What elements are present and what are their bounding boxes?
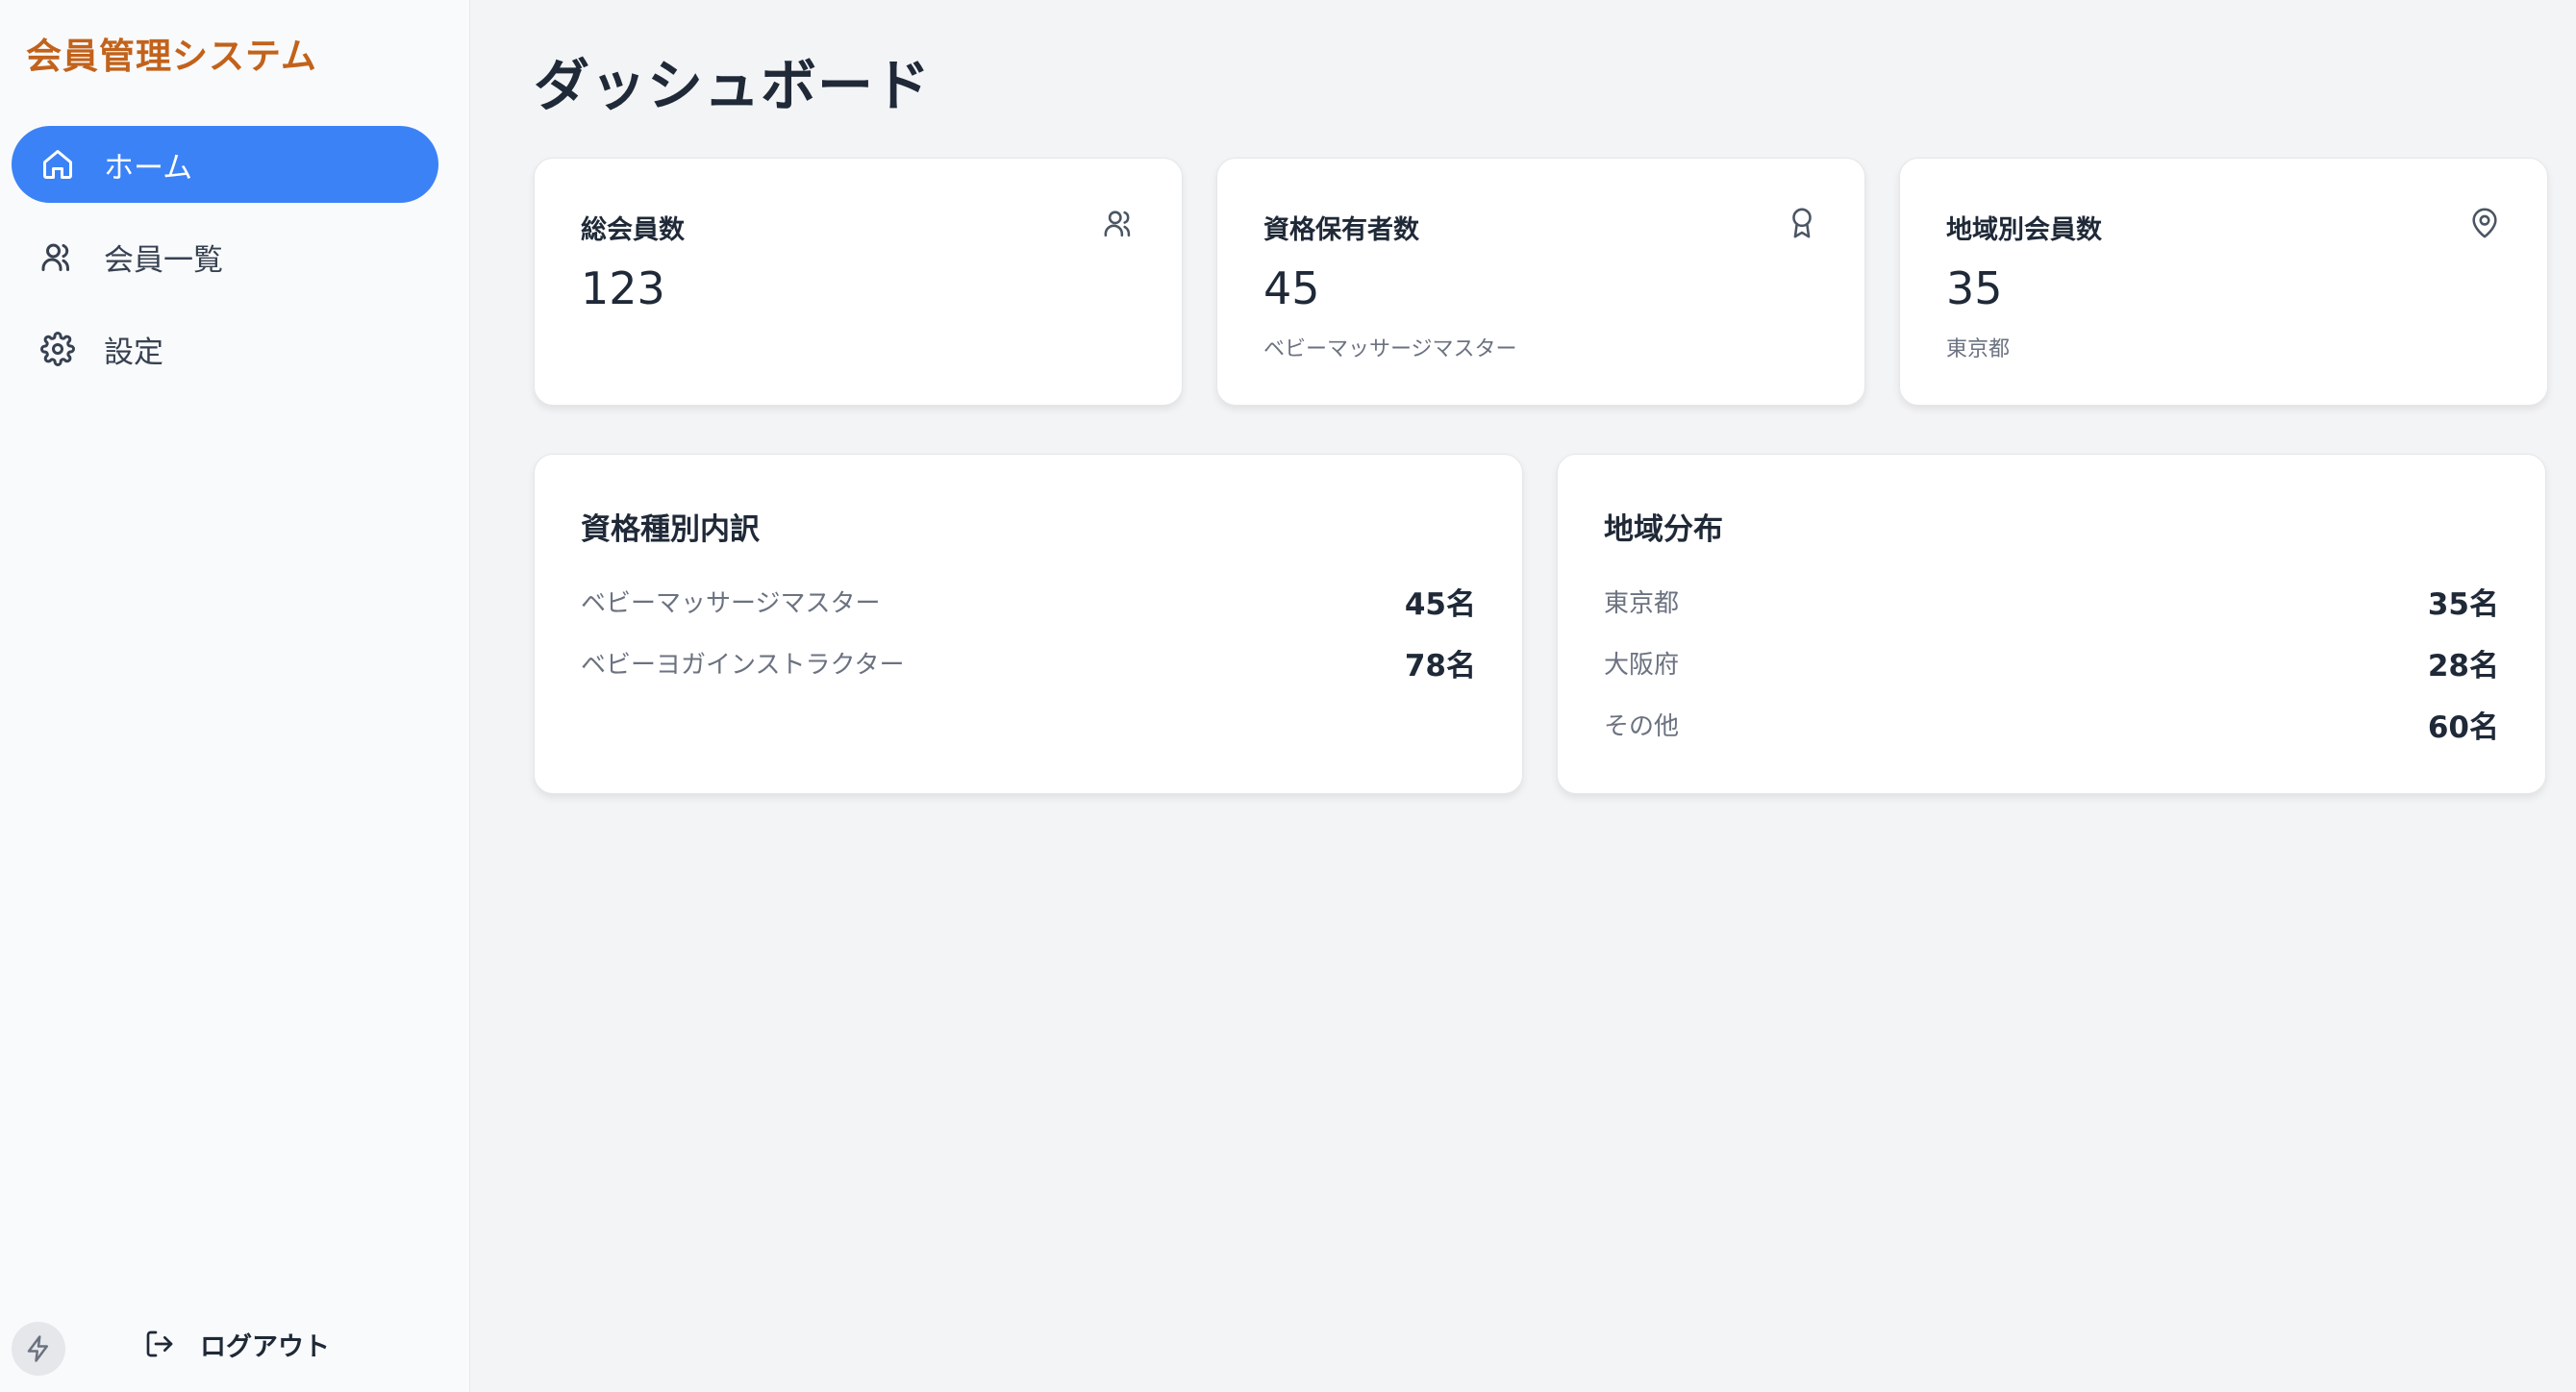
- list-item: その他 60名: [1604, 703, 2499, 745]
- bolt-icon[interactable]: [12, 1322, 65, 1376]
- row-label: その他: [1604, 711, 1680, 741]
- page-title: ダッシュボード: [534, 53, 932, 118]
- app-title: 会員管理システム: [26, 36, 317, 77]
- row-value: 28名: [2427, 648, 2499, 684]
- list-item: 大阪府 28名: [1604, 641, 2499, 684]
- region-distribution-card: 地域分布 東京都 35名 大阪府 28名 その他 60名: [1557, 454, 2546, 794]
- stat-title: 総会員数: [581, 215, 685, 245]
- list-item: 東京都 35名: [1604, 580, 2499, 622]
- sidebar-item-label: 会員一覧: [104, 242, 223, 278]
- logout-button[interactable]: ログアウト: [144, 1323, 330, 1365]
- map-pin-icon: [2472, 208, 2497, 238]
- stat-sub: ベビーマッサージマスター: [1263, 337, 1517, 361]
- sidebar-item-home[interactable]: ホーム: [12, 126, 438, 203]
- card-title: 資格種別内訳: [581, 512, 760, 547]
- logout-icon: [144, 1329, 175, 1359]
- stat-value: 123: [581, 262, 665, 314]
- sidebar-item-label: 設定: [104, 335, 163, 370]
- list-item: ベビーマッサージマスター 45名: [581, 580, 1476, 622]
- sidebar: 会員管理システム ホーム 会員一覧 設定 ログアウト: [0, 0, 470, 1392]
- sidebar-item-settings[interactable]: 設定: [12, 311, 438, 387]
- row-label: ベビーヨガインストラクター: [581, 650, 905, 680]
- stat-value: 45: [1263, 262, 1320, 314]
- sidebar-item-members[interactable]: 会員一覧: [12, 218, 438, 295]
- stat-title: 資格保有者数: [1263, 215, 1419, 245]
- row-value: 60名: [2427, 709, 2499, 745]
- stat-card-certified: 資格保有者数 45 ベビーマッサージマスター: [1216, 158, 1865, 406]
- row-value: 78名: [1404, 648, 1476, 684]
- stat-card-total-members: 総会員数 123: [534, 158, 1183, 406]
- row-label: 東京都: [1604, 588, 1680, 618]
- stat-title: 地域別会員数: [1946, 215, 2102, 245]
- list-item: ベビーヨガインストラクター 78名: [581, 641, 1476, 684]
- qualification-breakdown-card: 資格種別内訳 ベビーマッサージマスター 45名 ベビーヨガインストラクター 78…: [534, 454, 1523, 794]
- users-icon: [1104, 211, 1131, 237]
- row-label: ベビーマッサージマスター: [581, 588, 881, 618]
- users-icon: [40, 239, 75, 274]
- gear-icon: [40, 332, 75, 366]
- home-icon: [40, 147, 75, 182]
- sidebar-item-label: ホーム: [104, 150, 193, 186]
- main-content: ダッシュボード 総会員数 123 資格保有者数 45 ベビーマッサージマスター …: [470, 0, 2576, 1392]
- stat-value: 35: [1946, 262, 2003, 314]
- card-title: 地域分布: [1604, 512, 1723, 547]
- row-value: 35名: [2427, 586, 2499, 622]
- stat-sub: 東京都: [1946, 337, 2011, 361]
- award-icon: [1792, 208, 1812, 238]
- logout-label: ログアウト: [200, 1331, 330, 1362]
- row-label: 大阪府: [1604, 650, 1680, 680]
- stat-card-region: 地域別会員数 35 東京都: [1899, 158, 2548, 406]
- row-value: 45名: [1404, 586, 1476, 622]
